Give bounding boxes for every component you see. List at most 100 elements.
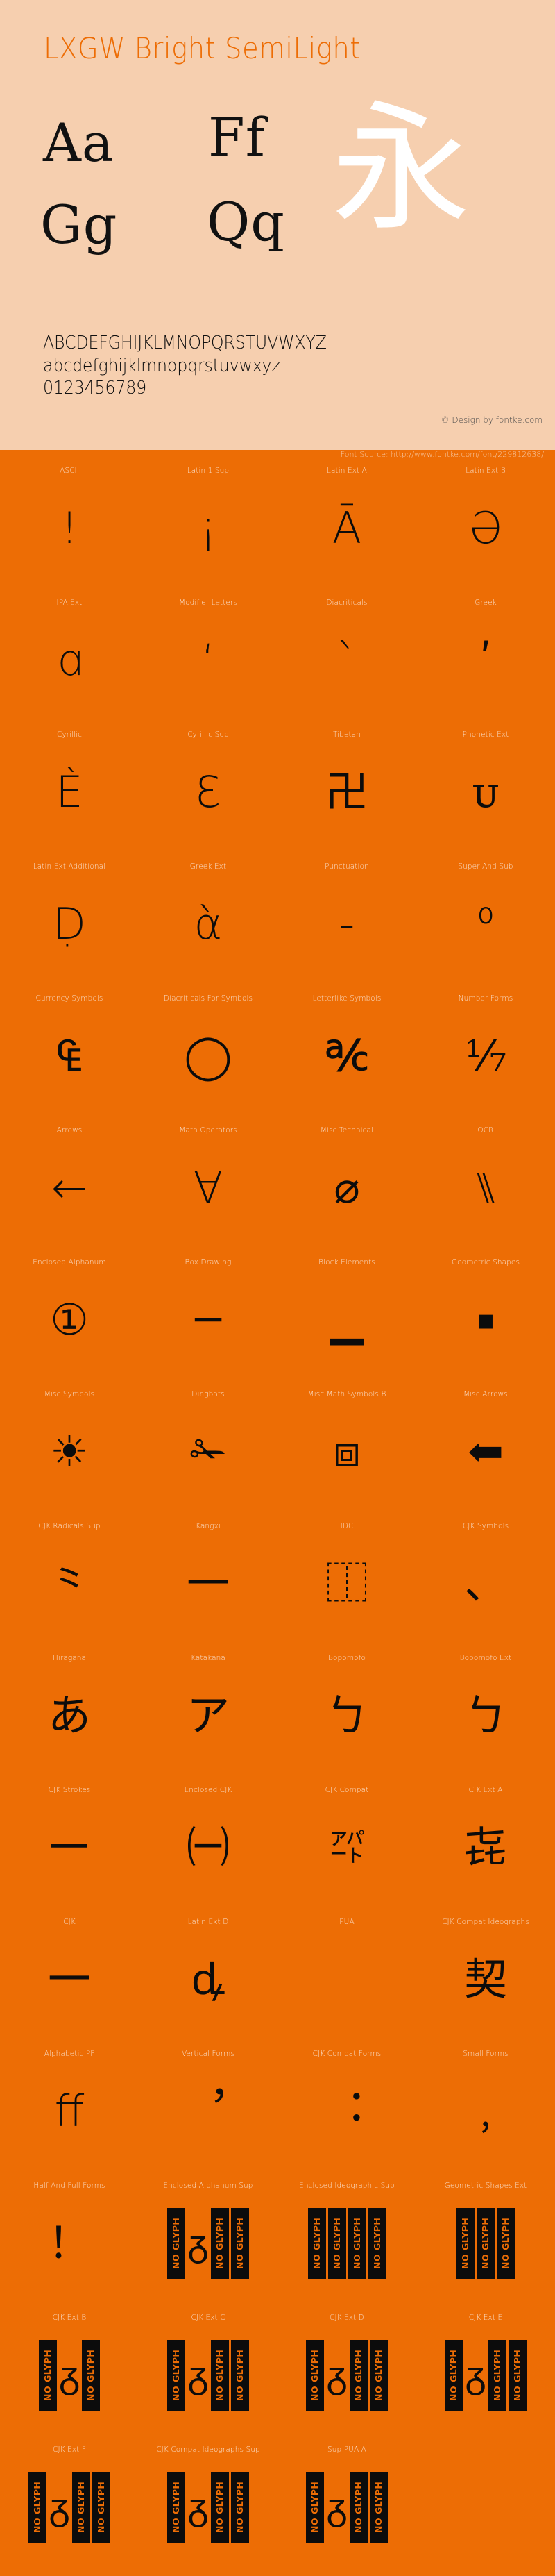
unicode-block-cell[interactable]: Arrows ← xyxy=(0,1125,139,1257)
unicode-block-label: CJK Ext C xyxy=(191,2314,225,2322)
font-source-link[interactable]: Font Source: http://www.fontke.com/font/… xyxy=(341,450,544,459)
unicode-block-cell[interactable]: CJK Ext E NO GLYPH ᵹ NO GLYPH NO GLYPH xyxy=(416,2312,555,2444)
unicode-block-cell[interactable]: Currency Symbols ₠ xyxy=(0,993,139,1125)
unicode-block-cell[interactable]: Latin Ext B Ə xyxy=(416,465,555,597)
unicode-block-label: Diacriticals For Symbols xyxy=(163,994,253,1003)
unicode-block-cell[interactable]: Misc Math Symbols B ⧈ xyxy=(278,1389,416,1521)
no-glyph-box: NO GLYPH xyxy=(210,2208,229,2279)
unicode-block-cell[interactable]: IDC ⿰ xyxy=(278,1521,416,1653)
unicode-block-cell[interactable]: Cyrillic Ѐ xyxy=(0,729,139,861)
unicode-block-label: CJK Compat xyxy=(325,1786,369,1794)
specimen-header: LXGW Bright SemiLight Aa Ff Gg Qq 永 ABCD… xyxy=(0,0,555,450)
unicode-block-cell[interactable]: Modifier Letters ʻ xyxy=(139,597,278,729)
unicode-block-cell[interactable]: Bopomofo Ext ㄅ xyxy=(416,1653,555,1784)
unicode-block-glyph: NO GLYPH ᵹ NO GLYPH NO GLYPH xyxy=(139,2323,278,2427)
unicode-block-cell[interactable]: Box Drawing ─ xyxy=(139,1257,278,1389)
unicode-block-cell[interactable]: Greek ʹ xyxy=(416,597,555,729)
unicode-block-cell[interactable]: Dingbats ✁ xyxy=(139,1389,278,1521)
unicode-block-cell[interactable]: Enclosed Alphanum Sup NO GLYPH ᵹ NO GLYPH NO… xyxy=(139,2180,278,2312)
unicode-block-cell[interactable]: Latin Ext D ꝱ xyxy=(139,1916,278,2048)
unicode-block-cell[interactable]: Letterlike Symbols ℀ xyxy=(278,993,416,1125)
unicode-block-cell[interactable]: Hiragana あ xyxy=(0,1653,139,1784)
no-glyph-box: NO GLYPH xyxy=(167,2208,186,2279)
unicode-block-cell[interactable]: IPA Ext ɑ xyxy=(0,597,139,729)
unicode-block-glyph: NO GLYPH ᵹ NO GLYPH xyxy=(0,2323,139,2427)
unicode-block-cell[interactable]: ASCII! xyxy=(0,465,139,597)
unicode-block-cell[interactable]: Diacriticals For Symbols ◯ xyxy=(139,993,278,1125)
unicode-block-cell[interactable]: Misc Symbols ☀ xyxy=(0,1389,139,1521)
unicode-block-glyph: あ xyxy=(47,1690,91,1741)
unicode-block-cell[interactable]: Alphabetic PF ﬀ xyxy=(0,2048,139,2180)
no-glyph-box: NO GLYPH xyxy=(210,2340,229,2411)
unicode-block-cell[interactable]: Misc Arrows ⬅ xyxy=(416,1389,555,1521)
unicode-block-cell[interactable]: OCR ⑊ xyxy=(416,1125,555,1257)
unicode-block-label: Tibetan xyxy=(332,730,361,739)
unicode-block-cell[interactable]: CJK Compat ㌀ xyxy=(278,1784,416,1916)
unicode-block-cell[interactable]: CJK Ext D NO GLYPH ᵹ NO GLYPH NO GLYPH xyxy=(278,2312,416,2444)
unicode-block-glyph: ㄅ xyxy=(325,1690,368,1741)
unicode-block-cell[interactable]: CJK 一 xyxy=(0,1916,139,2048)
unicode-block-label: Latin 1 Sup xyxy=(187,467,230,475)
unicode-block-cell[interactable]: Greek Ext ὰ xyxy=(139,861,278,993)
unicode-block-glyph: ㈠ xyxy=(186,1822,230,1873)
unicode-block-cell[interactable]: Enclosed Ideographic Sup NO GLYPH NO GLYPH… xyxy=(278,2180,416,2312)
unicode-block-glyph: 契 xyxy=(463,1954,507,2005)
unicode-block-cell[interactable]: Super And Sub ⁰ xyxy=(416,861,555,993)
block-row: CJK 一 Latin Ext D ꝱ PUA CJK Compat Ideographs… xyxy=(0,1916,555,2048)
unicode-block-cell[interactable]: Latin Ext Additional Ḍ xyxy=(0,861,139,993)
unicode-block-cell[interactable]: Phonetic Ext ᴜ xyxy=(416,729,555,861)
unicode-block-cell[interactable]: Geometric Shapes Ext NO GLYPH NO GLYPH NO G… xyxy=(416,2180,555,2312)
unicode-block-cell[interactable]: CJK Compat Ideographs 契 xyxy=(416,1916,555,2048)
unicode-block-label: CJK Ext D xyxy=(330,2314,364,2322)
unicode-block-label: Enclosed Alphanum Sup xyxy=(163,2182,253,2190)
unicode-block-cell[interactable]: Geometric Shapes ▪ xyxy=(416,1257,555,1389)
unicode-block-glyph: ㌀ xyxy=(330,1828,364,1868)
unicode-block-label: Latin Ext B xyxy=(466,467,506,475)
unicode-block-cell[interactable]: Katakana ア xyxy=(139,1653,278,1784)
unicode-block-label: Enclosed CJK xyxy=(184,1786,232,1794)
unicode-block-cell[interactable]: Bopomofo ㄅ xyxy=(278,1653,416,1784)
unicode-block-cell[interactable]: CJK Ext B NO GLYPH ᵹ NO GLYPH xyxy=(0,2312,139,2444)
unicode-block-cell[interactable]: Diacriticals ˋ xyxy=(278,597,416,729)
unicode-block-cell[interactable]: CJK Compat Ideographs Sup NO GLYPH ᵹ NO GLY… xyxy=(139,2444,278,2576)
unicode-block-cell[interactable]: Half And Full Forms ！ xyxy=(0,2180,139,2312)
unicode-block-cell[interactable]: CJK Compat Forms ︓ xyxy=(278,2048,416,2180)
unicode-block-cell[interactable]: Enclosed Alphanum ① xyxy=(0,1257,139,1389)
unicode-block-glyph: ⿰ xyxy=(325,1558,368,1609)
block-row: Hiragana あ Katakana ア Bopomofo ㄅ Bopomofo Ext ㄅ xyxy=(0,1653,555,1784)
unicode-block-cell[interactable]: PUA xyxy=(278,1916,416,2048)
no-glyph-box: NO GLYPH xyxy=(230,2472,249,2543)
unicode-block-cell[interactable] xyxy=(416,2444,555,2576)
unicode-block-cell[interactable]: Latin Ext A Ā xyxy=(278,465,416,597)
unicode-block-cell[interactable]: Kangxi ⼀ xyxy=(139,1521,278,1653)
unicode-block-cell[interactable]: CJK Radicals Sup ⺀ xyxy=(0,1521,139,1653)
unicode-block-cell[interactable]: Latin 1 Sup ¡ xyxy=(139,465,278,597)
block-row: Latin Ext Additional Ḍ Greek Ext ὰ Punctuati… xyxy=(0,861,555,993)
unicode-block-cell[interactable]: CJK Ext A 㐂 xyxy=(416,1784,555,1916)
sample-pair-ff: Ff xyxy=(208,106,266,168)
unicode-block-cell[interactable]: CJK Symbols 、 xyxy=(416,1521,555,1653)
unicode-block-cell[interactable]: Number Forms ⅐ xyxy=(416,993,555,1125)
unicode-block-cell[interactable]: Block Elements ▁ xyxy=(278,1257,416,1389)
unicode-block-label: Kangxi xyxy=(196,1522,221,1530)
unicode-block-cell[interactable]: Misc Technical ⌀ xyxy=(278,1125,416,1257)
unicode-block-cell[interactable]: Vertical Forms ︐ xyxy=(139,2048,278,2180)
unicode-block-cell[interactable]: Sup PUA A NO GLYPH ᵹ NO GLYPH NO GLYPH xyxy=(278,2444,416,2576)
unicode-block-cell[interactable]: CJK Ext C NO GLYPH ᵹ NO GLYPH NO GLYPH xyxy=(139,2312,278,2444)
unicode-block-cell[interactable]: Tibetan 卍 xyxy=(278,729,416,861)
unicode-sample-glyph: ᵹ xyxy=(326,2485,348,2529)
unicode-block-cell[interactable]: CJK Ext F NO GLYPH ᵹ NO GLYPH NO GLYPH xyxy=(0,2444,139,2576)
unicode-block-cell[interactable]: CJK Strokes ㇐ xyxy=(0,1784,139,1916)
unicode-block-cell[interactable]: Math Operators ∀ xyxy=(139,1125,278,1257)
sample-pair-gg: Gg xyxy=(40,194,118,256)
unicode-block-cell[interactable]: Punctuation ‐ xyxy=(278,861,416,993)
block-row: ASCII! Latin 1 Sup ¡ Latin Ext A Ā Latin Ext … xyxy=(0,465,555,597)
unicode-block-cell[interactable]: Cyrillic Sup Ԑ xyxy=(139,729,278,861)
unicode-block-cell[interactable]: Enclosed CJK ㈠ xyxy=(139,1784,278,1916)
unicode-block-glyph: ! xyxy=(60,503,78,553)
no-glyph-box: NO GLYPH xyxy=(38,2340,57,2411)
unicode-block-glyph: ㄅ xyxy=(463,1690,507,1741)
unicode-block-label: Latin Ext A xyxy=(327,467,367,475)
unicode-block-label: Geometric Shapes Ext xyxy=(444,2182,527,2190)
unicode-block-cell[interactable]: Small Forms ﹐ xyxy=(416,2048,555,2180)
